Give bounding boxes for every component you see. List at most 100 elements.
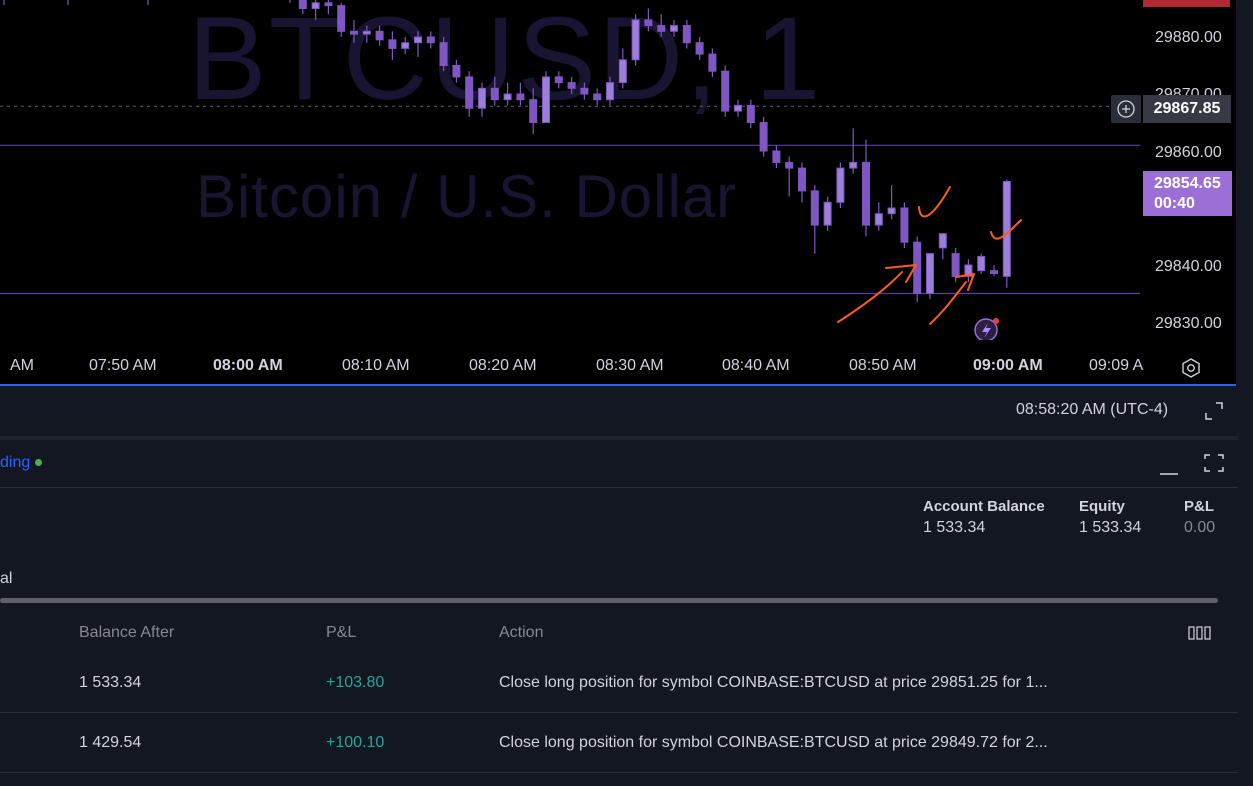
candle-body xyxy=(810,190,819,226)
candle-body xyxy=(337,5,346,32)
candle-body xyxy=(439,42,448,66)
candle-body xyxy=(631,19,640,61)
crosshair-price-label: 29867.85 xyxy=(1143,95,1231,123)
candle-body xyxy=(388,39,397,49)
candle-body xyxy=(772,150,781,163)
time-axis-label: 08:40 AM xyxy=(722,357,790,374)
candle-body xyxy=(746,104,755,124)
candle-body xyxy=(350,30,358,35)
column-header-pnl[interactable]: P&L xyxy=(326,624,356,642)
last-price-label: 29854.65 00:40 xyxy=(1143,171,1232,216)
connected-dot-icon xyxy=(35,459,43,467)
cell-pnl: +103.80 xyxy=(326,674,385,691)
candle-body xyxy=(580,87,589,95)
column-header-action[interactable]: Action xyxy=(499,624,543,642)
bottom-time-bar: 08:58:20 AM (UTC-4) xyxy=(0,386,1238,440)
settings-icon[interactable] xyxy=(1180,357,1202,379)
right-toolbar-edge xyxy=(1236,0,1253,786)
cell-action: Close long position for symbol COINBASE:… xyxy=(499,734,1048,751)
candle-body xyxy=(362,30,371,35)
time-axis-label: 08:10 AM xyxy=(342,357,410,374)
candle-body xyxy=(695,42,704,55)
candle-body xyxy=(657,25,666,32)
row-divider xyxy=(0,772,1238,773)
maximize-icon[interactable] xyxy=(1203,400,1225,422)
plus-circle-icon xyxy=(1117,100,1135,118)
last-price-value: 29854.65 xyxy=(1154,175,1221,192)
candle-body xyxy=(426,36,435,44)
row-divider xyxy=(0,712,1238,713)
history-tab[interactable]: al xyxy=(0,570,12,588)
cell-action: Close long position for symbol COINBASE:… xyxy=(499,674,1048,691)
candle-body xyxy=(887,207,896,215)
candle-body xyxy=(452,65,461,78)
pnl-value: 0.00 xyxy=(1184,519,1216,536)
pnl-label: P&L xyxy=(1184,498,1214,515)
cell-balance-after: 1 429.54 xyxy=(79,734,142,751)
time-axis-label: 08:30 AM xyxy=(596,357,664,374)
time-axis-label: 09:00 AM xyxy=(973,357,1043,374)
candle-body xyxy=(311,2,320,9)
equity-value: 1 533.34 xyxy=(1079,519,1142,536)
minimize-icon[interactable] xyxy=(1158,458,1180,478)
candle-body xyxy=(759,122,768,152)
trading-panel: ding Account Balance 1 533.34 Equity 1 5… xyxy=(0,440,1238,786)
candle-body xyxy=(900,207,909,243)
bar-countdown: 00:40 xyxy=(1154,195,1195,212)
price-axis-label: 29880.00 xyxy=(1155,29,1222,46)
account-balance-value: 1 533.34 xyxy=(923,519,986,536)
candle-body xyxy=(951,253,960,277)
candle-body xyxy=(554,76,563,84)
candle-body xyxy=(785,161,794,169)
candle-body xyxy=(606,82,614,101)
candle-body xyxy=(478,87,486,109)
time-axis-label: 08:00 AM xyxy=(213,357,283,374)
columns-settings-icon[interactable] xyxy=(1188,626,1212,640)
time-axis-label: 08:20 AM xyxy=(469,357,537,374)
candle-body xyxy=(823,201,832,226)
time-axis-label: 08:50 AM xyxy=(849,357,917,374)
candle-body xyxy=(849,161,858,169)
candle-body xyxy=(798,167,806,192)
candle-body xyxy=(644,19,653,27)
horizontal-scrollbar[interactable] xyxy=(0,598,1218,603)
price-axis-label: 29830.00 xyxy=(1155,315,1222,332)
cell-pnl: +100.10 xyxy=(326,734,385,751)
candles-layer xyxy=(0,0,1140,340)
timezone-clock[interactable]: 08:58:20 AM (UTC-4) xyxy=(1016,401,1168,419)
price-chart[interactable]: BTCUSD, 1 Bitcoin / U.S. Dollar 29880.00… xyxy=(0,0,1236,385)
equity-label: Equity xyxy=(1079,498,1125,515)
candle-body xyxy=(298,0,307,9)
cell-balance-after: 1 533.34 xyxy=(79,674,142,691)
column-header-balance-after[interactable]: Balance After xyxy=(79,624,174,642)
time-axis-label: AM xyxy=(10,357,34,374)
candle-body xyxy=(490,87,499,101)
candle-body xyxy=(542,76,550,123)
candle-body xyxy=(990,270,998,275)
add-alert-button[interactable] xyxy=(1111,95,1141,123)
price-tag-top xyxy=(1143,0,1230,7)
price-axis-label: 29840.00 xyxy=(1155,258,1222,275)
candle-body xyxy=(836,167,845,203)
candle-body xyxy=(926,253,934,295)
candle-body xyxy=(375,30,384,41)
candle-body xyxy=(593,93,602,101)
candle-body xyxy=(682,25,691,44)
trading-tab[interactable]: ding xyxy=(0,454,43,472)
candle-body xyxy=(516,93,525,101)
candle-body xyxy=(874,213,883,226)
panel-maximize-icon[interactable] xyxy=(1203,452,1225,474)
candle-body xyxy=(977,255,986,272)
candle-body xyxy=(670,25,678,32)
trading-tab-label: ding xyxy=(0,454,31,471)
time-axis-label: 09:09 A xyxy=(1089,357,1144,374)
candle-body xyxy=(862,161,870,226)
candle-body xyxy=(1002,180,1011,277)
candle-body xyxy=(618,59,627,84)
candle-body xyxy=(401,42,410,49)
candle-body xyxy=(465,76,474,109)
account-balance-label: Account Balance xyxy=(923,498,1045,515)
notification-dot-icon xyxy=(993,318,999,324)
time-axis-label: 07:50 AM xyxy=(89,357,157,374)
candle-body xyxy=(938,233,947,249)
